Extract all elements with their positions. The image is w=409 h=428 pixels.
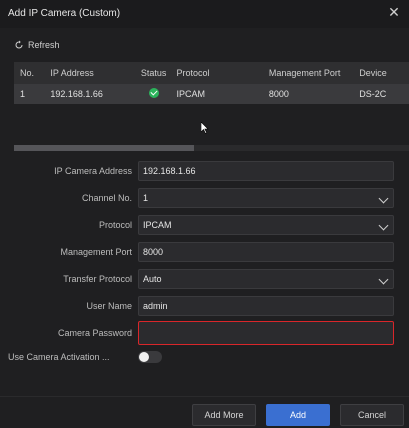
activation-toggle[interactable] [138, 351, 162, 363]
activation-label: Use Camera Activation ... [8, 352, 110, 362]
cancel-button[interactable]: Cancel [340, 404, 404, 426]
refresh-label: Refresh [28, 40, 60, 50]
cell-port: 8000 [268, 89, 289, 99]
add-ip-camera-dialog: Add IP Camera (Custom) ✕ Refresh No. IP … [0, 0, 409, 428]
management-port-input[interactable]: 8000 [138, 242, 394, 262]
transfer-protocol-value: Auto [143, 274, 162, 284]
transfer-protocol-label: Transfer Protocol [63, 274, 132, 284]
channel-label: Channel No. [81, 193, 132, 203]
header-protocol[interactable]: Protocol [171, 68, 263, 78]
title-bar: Add IP Camera (Custom) ✕ [0, 0, 409, 28]
protocol-value: IPCAM [143, 220, 172, 230]
close-icon[interactable]: ✕ [387, 5, 401, 19]
add-more-button[interactable]: Add More [192, 404, 256, 426]
status-online-icon [148, 88, 159, 98]
cell-ip: 192.168.1.66 [50, 89, 103, 99]
protocol-label: Protocol [98, 220, 132, 230]
table-row[interactable]: 1 192.168.1.66 IPCAM 8000 DS-2C [14, 84, 409, 104]
cell-status [137, 88, 171, 100]
password-row: Camera Password [14, 320, 394, 346]
header-status[interactable]: Status [137, 68, 171, 78]
chevron-down-icon [378, 193, 389, 204]
header-ip[interactable]: IP Address [44, 68, 136, 78]
camera-table: No. IP Address Status Protocol Managemen… [14, 62, 409, 104]
ip-address-label: IP Camera Address [54, 166, 132, 176]
username-label: User Name [86, 301, 132, 311]
refresh-icon [15, 40, 23, 49]
refresh-button[interactable]: Refresh [14, 40, 60, 50]
add-button[interactable]: Add [266, 404, 330, 426]
chevron-down-icon [378, 274, 389, 285]
camera-password-label: Camera Password [57, 328, 132, 338]
ip-address-input[interactable]: 192.168.1.66 [138, 161, 394, 181]
transfer-protocol-select[interactable]: Auto [138, 269, 394, 289]
port-row: Management Port 8000 [14, 241, 394, 263]
table-header: No. IP Address Status Protocol Managemen… [14, 62, 409, 84]
channel-value: 1 [143, 193, 149, 203]
channel-select[interactable]: 1 [138, 188, 394, 208]
scrollbar-thumb[interactable] [14, 145, 194, 151]
footer-divider [0, 396, 409, 397]
transfer-row: Transfer Protocol Auto [14, 268, 394, 290]
horizontal-scrollbar[interactable] [14, 145, 409, 151]
protocol-row: Protocol IPCAM [14, 214, 394, 236]
header-device[interactable]: Device [353, 68, 409, 78]
header-port[interactable]: Management Port [263, 68, 353, 78]
camera-password-input[interactable] [138, 321, 394, 345]
protocol-select[interactable]: IPCAM [138, 215, 394, 235]
toggle-knob [139, 352, 149, 362]
chevron-down-icon [378, 220, 389, 231]
activation-row: Use Camera Activation ... [8, 346, 388, 368]
cell-device: DS-2C [359, 89, 387, 99]
username-row: User Name admin [14, 295, 394, 317]
dialog-title: Add IP Camera (Custom) [8, 8, 121, 19]
cell-protocol: IPCAM [176, 89, 206, 99]
management-port-label: Management Port [60, 247, 132, 257]
channel-row: Channel No. 1 [14, 187, 394, 209]
mouse-cursor-icon [201, 122, 209, 134]
ip-address-row: IP Camera Address 192.168.1.66 [14, 160, 394, 182]
cell-no: 1 [20, 89, 26, 99]
header-no[interactable]: No. [14, 68, 44, 78]
username-input[interactable]: admin [138, 296, 394, 316]
